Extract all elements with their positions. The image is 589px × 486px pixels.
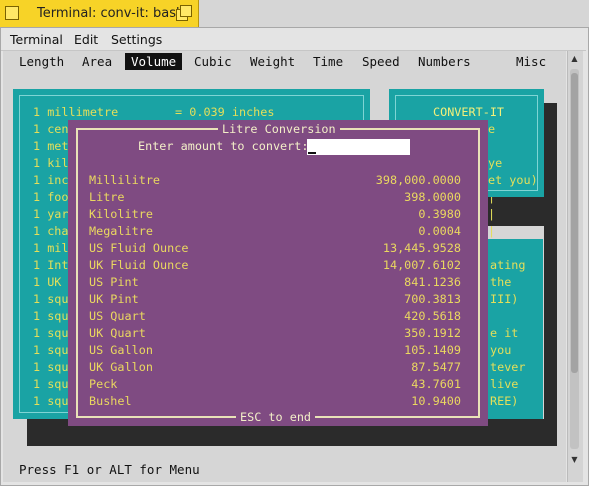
info-panel-fragment: REE) [490, 394, 519, 408]
info-panel-fragment: tever [490, 360, 526, 374]
panel-fragment: et you) [488, 173, 538, 187]
tab-misc[interactable]: Misc [516, 53, 546, 70]
unit-name: Megalitre [89, 224, 153, 238]
conversion-list-line: 1 kil [33, 156, 69, 170]
menu-terminal[interactable]: Terminal [10, 32, 63, 47]
unit-name: UK Pint [89, 292, 139, 306]
tab-cubic[interactable]: Cubic [194, 53, 232, 70]
conversion-list-line: 1 UK [33, 275, 62, 289]
conversion-list-line: 1 cen [33, 122, 69, 136]
unit-value: 14,007.6102 [382, 258, 461, 272]
unit-value: 10.9400 [411, 394, 461, 408]
tab-numbers[interactable]: Numbers [418, 53, 471, 70]
unit-name: UK Gallon [89, 360, 153, 374]
tab-volume[interactable]: Volume [125, 53, 183, 70]
restore-window-icon[interactable] [176, 5, 192, 21]
unit-value: 87.5477 [411, 360, 461, 374]
info-panel-fragment: III) [490, 292, 519, 306]
unit-name: US Gallon [89, 343, 153, 357]
menu-edit[interactable]: Edit [74, 32, 98, 47]
amount-input[interactable] [307, 139, 410, 155]
unit-value: 398.0000 [404, 190, 461, 204]
panel-fragment: e [488, 122, 496, 136]
unit-name: Millilitre [89, 173, 161, 187]
conversion-list-line: 1 cha [33, 224, 69, 238]
conversion-list-line: 1 squ [33, 326, 69, 340]
conversion-list-line: 1 inc [33, 173, 69, 187]
conversion-list-line: 1 millimetre = 0.039 inches [33, 105, 275, 119]
conversion-list-line: 1 squ [33, 394, 69, 408]
conversion-list-line: 1 yar [33, 207, 69, 221]
conversion-list-line: 1 Int [33, 258, 69, 272]
scroll-up-arrow-icon[interactable]: ▲ [567, 52, 582, 66]
info-panel-fragment: e it [490, 326, 519, 340]
tab-speed[interactable]: Speed [362, 53, 400, 70]
scroll-down-arrow-icon[interactable]: ▼ [567, 453, 582, 467]
panel-edge-fragment: | [488, 224, 496, 238]
info-panel-fragment: the [490, 275, 512, 289]
dialog-title: Litre Conversion [218, 121, 340, 138]
unit-value: 0.3980 [418, 207, 461, 221]
unit-name: Bushel [89, 394, 132, 408]
unit-value: 350.1912 [404, 326, 461, 340]
status-bar: Press F1 or ALT for Menu [19, 462, 200, 477]
unit-name: UK Fluid Ounce [89, 258, 189, 272]
unit-name: US Pint [89, 275, 139, 289]
conversion-list-line: 1 squ [33, 360, 69, 374]
amount-prompt-label: Enter amount to convert: [138, 139, 309, 153]
unit-value: 420.5618 [404, 309, 461, 323]
window-menu-icon[interactable] [5, 6, 19, 20]
unit-value: 398,000.0000 [375, 173, 461, 187]
panel-shadow [544, 103, 557, 446]
unit-value: 0.0004 [418, 224, 461, 238]
info-panel-fragment: ating [490, 258, 526, 272]
unit-value: 13,445.9528 [382, 241, 461, 255]
unit-value: 43.7601 [411, 377, 461, 391]
unit-value: 700.3813 [404, 292, 461, 306]
unit-name: Litre [89, 190, 125, 204]
convert-it-title: CONVERT-IT [433, 105, 505, 119]
unit-value: 841.1236 [404, 275, 461, 289]
conversion-list-line: 1 met [33, 139, 69, 153]
info-panel-fragment: you [490, 343, 512, 357]
tab-time[interactable]: Time [313, 53, 343, 70]
menubar: Terminal Edit Settings [1, 28, 586, 51]
window-title: Terminal: conv-it: bash [37, 6, 185, 21]
tab-area[interactable]: Area [82, 53, 112, 70]
panel-fragment: ye [488, 156, 503, 170]
unit-name: UK Quart [89, 326, 146, 340]
unit-value: 105.1409 [404, 343, 461, 357]
info-panel-fragment: live [490, 377, 519, 391]
conversion-list-line: 1 squ [33, 343, 69, 357]
unit-name: US Fluid Ounce [89, 241, 189, 255]
conversion-list-line: 1 squ [33, 309, 69, 323]
conversion-list-line: 1 squ [33, 377, 69, 391]
menu-settings[interactable]: Settings [111, 32, 162, 47]
tab-length[interactable]: Length [19, 53, 64, 70]
text-cursor [308, 152, 316, 154]
unit-name: Peck [89, 377, 118, 391]
unit-name: Kilolitre [89, 207, 153, 221]
conversion-list-line: 1 squ [33, 292, 69, 306]
unit-name: US Quart [89, 309, 146, 323]
dialog-footer-hint: ESC to end [236, 409, 316, 426]
conversion-list-line: 1 foo [33, 190, 69, 204]
tab-weight[interactable]: Weight [250, 53, 295, 70]
panel-edge-fragment: | [488, 207, 496, 221]
conversion-list-line: 1 mil [33, 241, 69, 255]
scrollbar-thumb[interactable] [571, 73, 578, 373]
